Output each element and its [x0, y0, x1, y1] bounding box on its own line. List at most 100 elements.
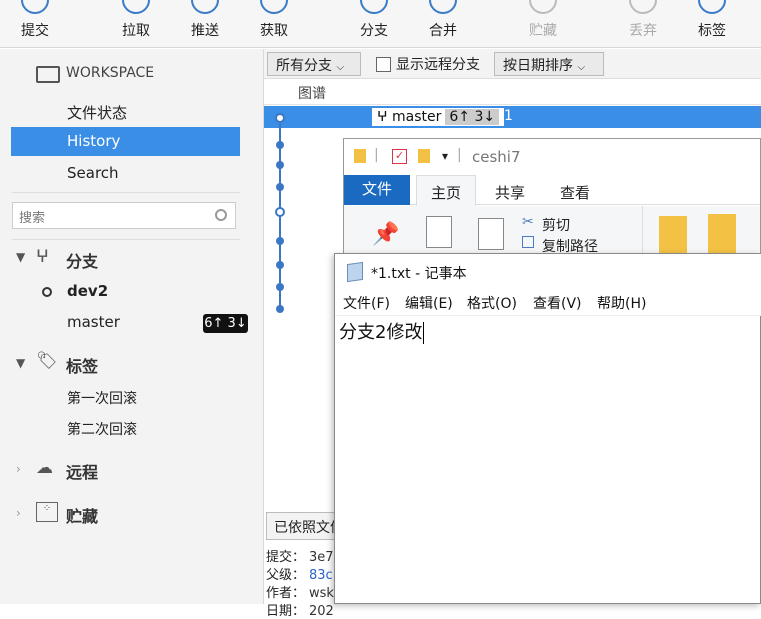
graph-node: [276, 283, 284, 291]
folder-icon: [354, 149, 366, 163]
branch-icon: [360, 0, 388, 14]
notepad-text-area[interactable]: 分支2修改: [339, 318, 425, 344]
quick-access-dropdown-icon[interactable]: ▾: [442, 149, 448, 163]
cut-button[interactable]: 剪切: [542, 215, 570, 235]
tag-icon: 🏷: [36, 351, 58, 371]
tab-share[interactable]: 共享: [495, 182, 525, 203]
copy-icon[interactable]: [426, 216, 452, 248]
pull-button[interactable]: 拉取: [113, 0, 159, 48]
branch-filter-select[interactable]: 所有分支 ⌵: [267, 52, 361, 76]
divider: [12, 239, 240, 240]
graph-node: [276, 183, 284, 191]
show-remote-label: 显示远程分支: [396, 57, 480, 73]
separator: |: [374, 147, 379, 163]
branch-icon: ⵖ: [36, 247, 49, 267]
push-button[interactable]: 推送: [182, 0, 228, 48]
remotes-section-title[interactable]: 远程: [66, 459, 98, 483]
notepad-menu-bar: 文件(F) 编辑(E) 格式(O) 查看(V) 帮助(H): [335, 290, 761, 316]
chevron-right-icon[interactable]: ›: [16, 506, 21, 520]
tags-section-title[interactable]: 标签: [66, 353, 98, 377]
sort-by-file-button[interactable]: 已依照文件: [266, 512, 336, 540]
discard-icon: [629, 0, 657, 14]
monitor-icon: [36, 66, 60, 83]
nav-file-status[interactable]: 文件状态: [67, 102, 127, 123]
commit-message: 1: [504, 108, 513, 124]
explorer-ribbon: 📌 ✂ 剪切 复制路径: [344, 206, 760, 257]
workspace-label: WORKSPACE: [66, 65, 155, 81]
show-remote-checkbox[interactable]: [376, 57, 391, 72]
menu-file[interactable]: 文件(F): [343, 293, 390, 313]
branch-icon: ⵖ: [377, 109, 388, 125]
chevron-right-icon[interactable]: ›: [16, 462, 21, 476]
fetch-button[interactable]: 获取: [251, 0, 297, 48]
discard-button[interactable]: 丢弃: [620, 0, 666, 48]
divider: [12, 192, 240, 193]
commit-hash: 提交： 3e7: [266, 550, 334, 565]
fetch-icon: [260, 0, 288, 14]
sidebar: WORKSPACE 文件状态 History Search 搜索 ▼ ⵖ 分支 …: [0, 49, 264, 604]
tab-file[interactable]: 文件: [344, 175, 410, 205]
stash-icon: [529, 0, 557, 14]
explorer-ribbon-tabs: 文件 主页 共享 查看: [344, 175, 760, 206]
pull-icon: [122, 0, 150, 14]
column-header: 图谱: [264, 80, 761, 105]
author: 作者： wsk: [266, 586, 334, 601]
push-icon: [191, 0, 219, 14]
date: 日期： 202: [266, 604, 334, 619]
new-folder-icon[interactable]: [418, 149, 430, 163]
branch-label: ⵖ master 6↑ 3↓: [372, 108, 505, 126]
branches-section-title[interactable]: 分支: [66, 248, 98, 272]
notepad-title: *1.txt - 记事本: [371, 266, 467, 282]
stash-button[interactable]: 贮藏: [520, 0, 566, 48]
ahead-behind-badge: 6↑ 3↓: [203, 314, 248, 333]
graph-node: [276, 237, 284, 245]
branch-item-master[interactable]: master: [67, 313, 120, 331]
divider: [642, 206, 643, 257]
explorer-titlebar: | ✓ ▾ | ceshi7: [344, 139, 760, 175]
tag-item[interactable]: 第一次回滚: [67, 388, 137, 408]
copy-to-icon[interactable]: [708, 214, 736, 254]
notepad-window: *1.txt - 记事本 文件(F) 编辑(E) 格式(O) 查看(V) 帮助(…: [334, 253, 761, 604]
nav-history[interactable]: History: [11, 127, 240, 156]
commit-button[interactable]: 提交: [12, 0, 58, 48]
graph-node: [276, 305, 284, 313]
pin-icon[interactable]: 📌: [372, 222, 399, 247]
nav-search[interactable]: Search: [67, 164, 119, 182]
menu-edit[interactable]: 编辑(E): [405, 293, 453, 313]
separator: |: [457, 147, 462, 163]
merge-icon: [429, 0, 457, 14]
toolbar: 提交 拉取 推送 获取 分支 合并 贮藏 丢弃 标签: [0, 0, 761, 48]
tag-item[interactable]: 第二次回滚: [67, 419, 137, 439]
menu-help[interactable]: 帮助(H): [597, 293, 646, 313]
graph-node: [275, 207, 285, 217]
graph-node: [276, 141, 284, 149]
search-input[interactable]: 搜索: [12, 202, 236, 229]
move-to-icon[interactable]: [659, 216, 687, 256]
scissors-icon: ✂: [522, 214, 534, 230]
parent-hash: 父级： 83c: [266, 568, 333, 583]
tab-view[interactable]: 查看: [560, 182, 590, 203]
commit-icon: [21, 0, 49, 14]
chevron-down-icon[interactable]: ▼: [16, 250, 25, 264]
sort-select[interactable]: 按日期排序 ⌵: [494, 52, 604, 76]
chevron-down-icon: ⌵: [336, 62, 345, 73]
properties-icon[interactable]: ✓: [392, 149, 407, 164]
stashes-section-title[interactable]: 贮藏: [66, 503, 98, 527]
branch-button[interactable]: 分支: [351, 0, 397, 48]
notepad-icon: [347, 261, 363, 283]
menu-format[interactable]: 格式(O): [467, 293, 517, 313]
merge-button[interactable]: 合并: [420, 0, 466, 48]
cloud-icon: ☁: [36, 458, 53, 478]
chevron-down-icon: ⌵: [577, 62, 586, 73]
text-caret: [423, 322, 425, 344]
tab-home[interactable]: 主页: [416, 175, 477, 206]
graph-node: [276, 261, 284, 269]
filter-bar: 所有分支 ⌵ 显示远程分支 按日期排序 ⌵: [264, 49, 761, 79]
copy-path-icon: [522, 236, 534, 248]
branch-item-dev2[interactable]: dev2: [67, 282, 108, 300]
tag-button[interactable]: 标签: [689, 0, 735, 48]
menu-view[interactable]: 查看(V): [533, 293, 582, 313]
stash-icon: ⁘: [36, 502, 58, 522]
paste-icon[interactable]: [478, 218, 504, 250]
chevron-down-icon[interactable]: ▼: [16, 356, 25, 370]
